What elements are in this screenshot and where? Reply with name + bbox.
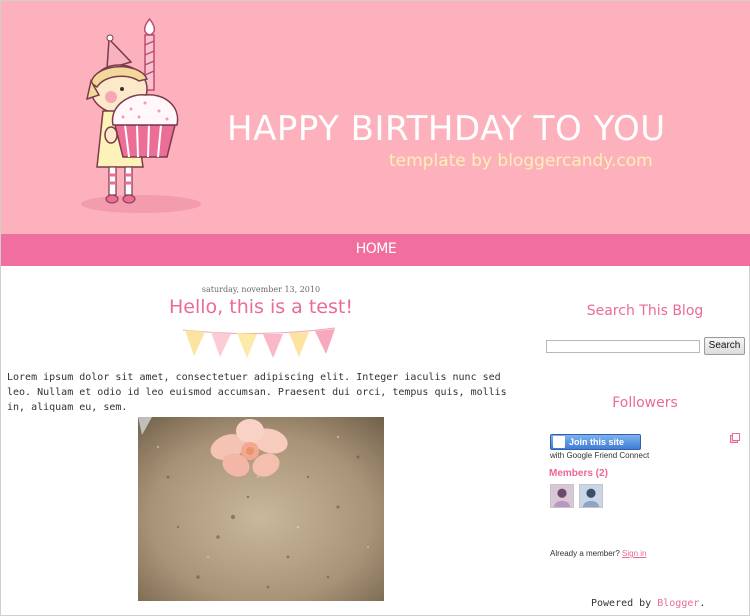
join-site-button[interactable]: Join this site [550, 434, 641, 450]
post-date: saturday, november 13, 2010 [201, 285, 321, 294]
powered-by-prefix: Powered by [591, 598, 652, 609]
search-widget-heading: Search This Blog [586, 303, 704, 319]
widget-options-icon[interactable] [730, 433, 740, 443]
sign-in-link[interactable]: Sign in [622, 549, 646, 558]
member-avatar[interactable] [579, 484, 603, 508]
bunting-decoration [182, 327, 336, 358]
post-body: Lorem ipsum dolor sit amet, consectetuer… [7, 372, 507, 413]
post-image-flower-on-sand [138, 417, 384, 601]
blogger-link[interactable]: Blogger [657, 598, 699, 609]
powered-by-suffix: . [699, 598, 706, 609]
blog-title[interactable]: HAPPY BIRTHDAY TO YOU [227, 109, 666, 149]
nav-home-link[interactable]: HOME [356, 241, 397, 257]
blog-header: HAPPY BIRTHDAY TO YOU template by blogge… [1, 1, 750, 234]
google-friend-connect-icon [553, 436, 565, 448]
followers-widget-heading: Followers [612, 395, 678, 411]
already-member-text: Already a member? Sign in [550, 549, 647, 558]
search-input[interactable] [546, 340, 700, 353]
nav-bar: HOME [1, 234, 750, 266]
member-avatar[interactable] [550, 484, 574, 508]
join-site-label: Join this site [569, 437, 625, 447]
blog-subtitle: template by bloggercandy.com [389, 151, 653, 171]
birthday-girl-illustration [81, 17, 201, 213]
blog-page: HAPPY BIRTHDAY TO YOU template by blogge… [0, 0, 750, 616]
members-count-label[interactable]: Members (2) [549, 468, 608, 479]
already-member-label: Already a member? [550, 549, 620, 558]
search-button[interactable]: Search [704, 337, 745, 355]
powered-by: Powered by Blogger. [591, 598, 705, 609]
post-title[interactable]: Hello, this is a test! [141, 296, 381, 318]
gfc-caption: with Google Friend Connect [550, 451, 650, 460]
